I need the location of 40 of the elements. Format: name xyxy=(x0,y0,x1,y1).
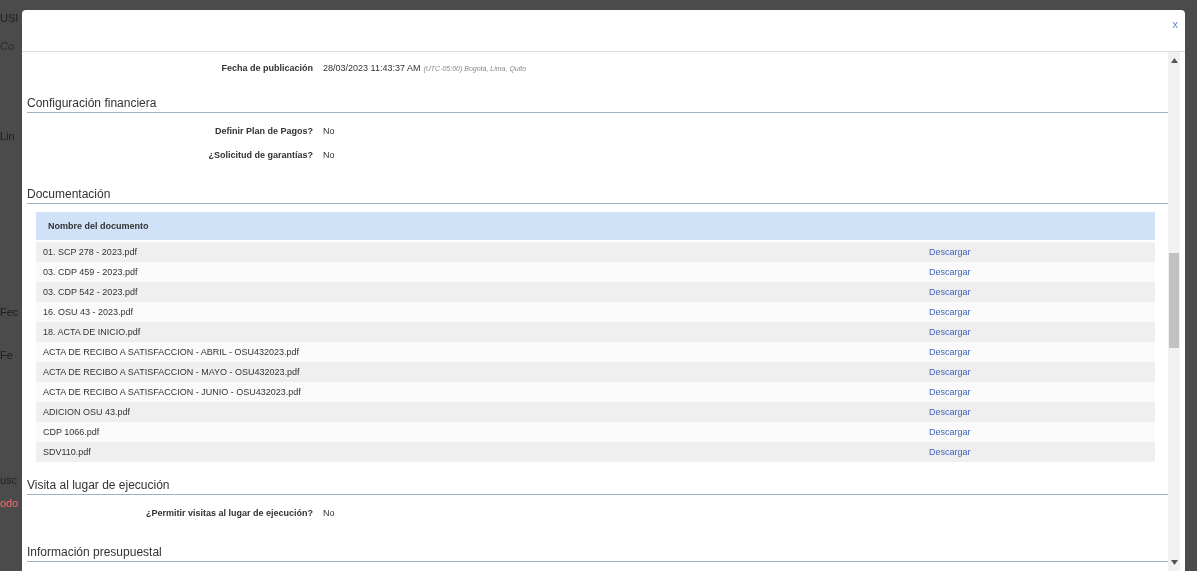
field-value: No xyxy=(323,150,335,160)
field-label: ¿Solicitud de garantías? xyxy=(207,150,313,160)
document-name: 03. CDP 459 - 2023.pdf xyxy=(42,267,139,277)
column-header: Nombre del documento xyxy=(36,212,1155,240)
download-link[interactable]: Descargar xyxy=(929,347,971,357)
download-link[interactable]: Descargar xyxy=(929,327,971,337)
section-heading: Información presupuestal xyxy=(27,545,1168,562)
close-button[interactable]: x xyxy=(1170,18,1180,30)
document-name: 01. SCP 278 - 2023.pdf xyxy=(42,247,138,257)
section-heading: Visita al lugar de ejecución xyxy=(27,478,1168,495)
download-link[interactable]: Descargar xyxy=(929,387,971,397)
field-label: Definir Plan de Pagos? xyxy=(213,126,313,136)
document-name: SDV110.pdf xyxy=(42,447,92,457)
document-name: 16. OSU 43 - 2023.pdf xyxy=(42,307,135,317)
field-value: No xyxy=(323,126,335,136)
download-link[interactable]: Descargar xyxy=(929,447,971,457)
document-name: ACTA DE RECIBO A SATISFACCION - ABRIL - OSU432023.pdf xyxy=(42,347,300,357)
scroll-up-icon[interactable] xyxy=(1170,58,1178,63)
field-label: ¿Permitir visitas al lugar de ejecución? xyxy=(144,508,313,518)
field-label: Fecha de publicación xyxy=(220,63,313,73)
section-heading: Documentación xyxy=(27,187,1168,204)
download-link[interactable]: Descargar xyxy=(929,307,971,317)
background-text: odo xyxy=(0,497,19,509)
document-name: ACTA DE RECIBO A SATISFACCION - MAYO - OSU432023.pdf xyxy=(42,367,301,377)
scroll-down-icon[interactable] xyxy=(1170,560,1178,565)
download-link[interactable]: Descargar xyxy=(929,427,971,437)
section-heading: Configuración financiera xyxy=(27,96,1168,113)
scrollbar[interactable] xyxy=(1168,52,1180,571)
download-link[interactable]: Descargar xyxy=(929,267,971,277)
scroll-thumb[interactable] xyxy=(1169,253,1179,348)
document-name: 18. ACTA DE INICIO.pdf xyxy=(42,327,142,337)
document-name: ACTA DE RECIBO A SATISFACCION - JUNIO - OSU432023.pdf xyxy=(42,387,302,397)
field-value: No xyxy=(323,508,335,518)
download-link[interactable]: Descargar xyxy=(929,287,971,297)
download-link[interactable]: Descargar xyxy=(929,247,971,257)
document-name: CDP 1066.pdf xyxy=(42,427,101,437)
download-link[interactable]: Descargar xyxy=(929,367,971,377)
download-link[interactable]: Descargar xyxy=(929,407,971,417)
document-name: 03. CDP 542 - 2023.pdf xyxy=(42,287,139,297)
document-name: ADICION OSU 43.pdf xyxy=(42,407,132,417)
